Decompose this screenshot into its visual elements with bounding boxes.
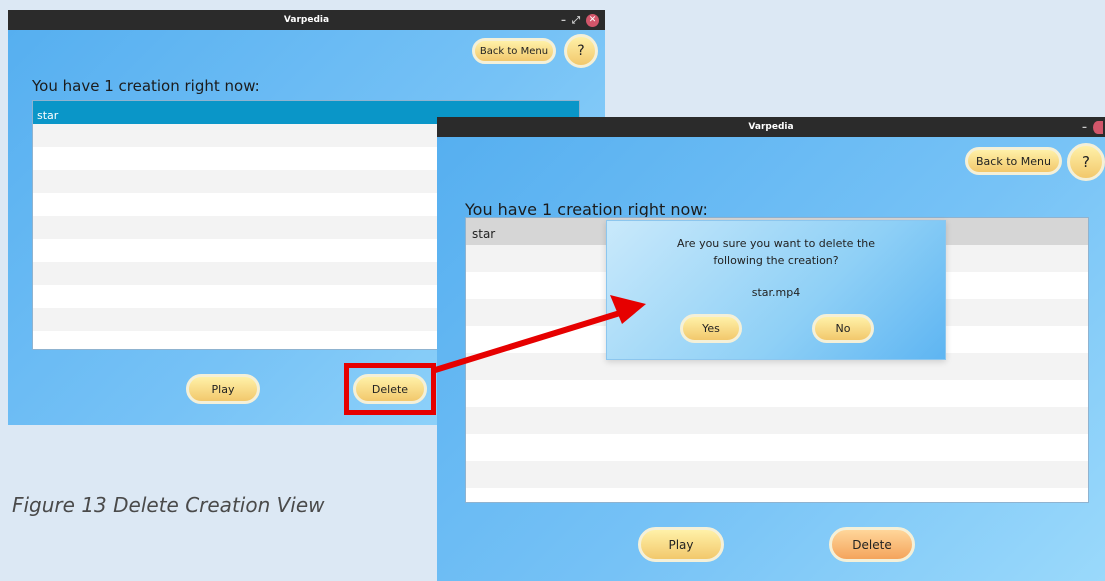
close-icon[interactable]: [1093, 120, 1103, 134]
list-row-empty: [466, 380, 1088, 407]
play-button[interactable]: Play: [186, 374, 260, 404]
list-row-empty: [466, 407, 1088, 434]
left-titlebar: Varpedia – ⤢ ✕: [8, 10, 605, 30]
right-titlebar: Varpedia –: [437, 117, 1105, 137]
help-button[interactable]: ?: [1067, 143, 1105, 181]
help-button[interactable]: ?: [564, 34, 598, 68]
maximize-icon[interactable]: ⤢: [572, 15, 580, 26]
figure-caption: Figure 13 Delete Creation View: [12, 493, 325, 517]
list-row-empty: [466, 461, 1088, 488]
list-item-label: star: [472, 227, 496, 241]
delete-button[interactable]: Delete: [829, 527, 915, 562]
close-icon[interactable]: ✕: [586, 13, 599, 27]
back-to-menu-button[interactable]: Back to Menu: [965, 147, 1062, 175]
no-button[interactable]: No: [812, 314, 874, 343]
dialog-message-line1: Are you sure you want to delete the: [677, 237, 875, 250]
right-window-controls: –: [1082, 117, 1103, 137]
right-window-title: Varpedia: [748, 122, 794, 132]
highlight-box: [344, 363, 436, 415]
minimize-icon[interactable]: –: [1082, 122, 1087, 133]
yes-button[interactable]: Yes: [680, 314, 742, 343]
dialog-filename: star.mp4: [751, 286, 801, 299]
back-to-menu-button[interactable]: Back to Menu: [472, 38, 556, 64]
left-window-title: Varpedia: [283, 15, 330, 25]
list-row-empty: [466, 434, 1088, 461]
left-window-controls: – ⤢ ✕: [561, 10, 599, 30]
page-heading: You have 1 creation right now:: [32, 77, 260, 95]
dialog-message-line2: following the creation?: [713, 254, 839, 267]
delete-confirm-dialog: Are you sure you want to delete the foll…: [606, 220, 946, 360]
minimize-icon[interactable]: –: [561, 15, 566, 26]
list-item-label: star: [37, 109, 59, 122]
list-row-empty: [466, 488, 1088, 502]
play-button[interactable]: Play: [638, 527, 724, 562]
